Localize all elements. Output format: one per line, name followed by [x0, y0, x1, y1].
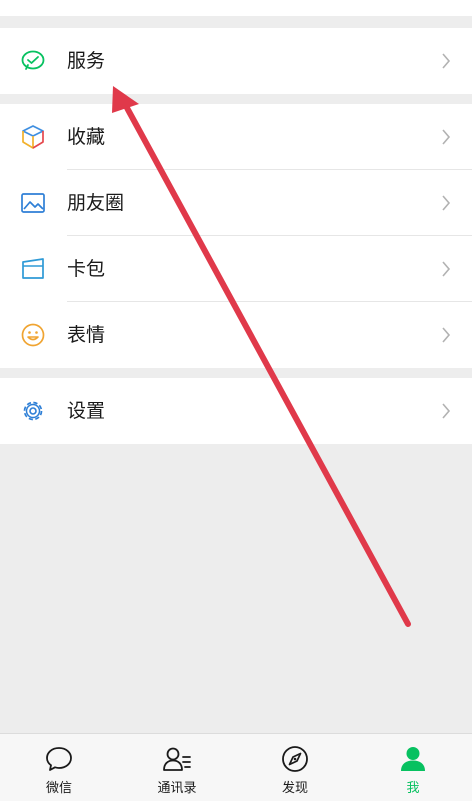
- bottom-tab-bar: 微信 通讯录 发现 我: [0, 733, 472, 801]
- services-group: 服务: [0, 28, 472, 94]
- menu-item-label: 表情: [67, 324, 106, 346]
- menu-item-card-wallet[interactable]: 卡包: [0, 236, 472, 302]
- tab-chats[interactable]: 微信: [0, 734, 118, 801]
- menu-item-label: 收藏: [67, 126, 106, 148]
- chevron-right-icon: [442, 327, 451, 343]
- menu-item-settings[interactable]: 设置: [0, 378, 472, 444]
- chevron-right-icon: [442, 53, 451, 69]
- menu-item-moments[interactable]: 朋友圈: [0, 170, 472, 236]
- favorites-cube-icon: [22, 125, 44, 149]
- features-group: 收藏 朋友圈 卡包 表情: [0, 104, 472, 368]
- menu-item-label: 朋友圈: [67, 192, 125, 214]
- sticker-smile-icon: [21, 323, 45, 347]
- chat-bubble-icon: [46, 747, 72, 771]
- menu-item-label: 卡包: [67, 258, 106, 280]
- contacts-icon: [163, 747, 191, 771]
- settings-group: 设置: [0, 378, 472, 444]
- tab-label: 通讯录: [157, 781, 197, 796]
- menu-item-service[interactable]: 服务: [0, 28, 472, 94]
- service-icon: [21, 50, 45, 70]
- menu-item-label: 设置: [67, 400, 106, 422]
- gear-icon: [23, 401, 43, 421]
- card-wallet-icon: [22, 258, 44, 279]
- chevron-right-icon: [442, 403, 451, 419]
- tab-me[interactable]: 我: [354, 734, 472, 801]
- chevron-right-icon: [442, 195, 451, 211]
- tab-contacts[interactable]: 通讯录: [118, 734, 236, 801]
- previous-section-card: [0, 0, 472, 16]
- chevron-right-icon: [442, 129, 451, 145]
- tab-discover[interactable]: 发现: [236, 734, 354, 801]
- menu-item-label: 服务: [67, 50, 106, 72]
- compass-icon: [282, 746, 308, 772]
- menu-item-favorites[interactable]: 收藏: [0, 104, 472, 170]
- moments-picture-icon: [21, 193, 45, 213]
- tab-label: 发现: [281, 781, 308, 796]
- tab-label: 我: [406, 781, 420, 796]
- chevron-right-icon: [442, 261, 451, 277]
- tab-label: 微信: [45, 781, 72, 796]
- menu-item-stickers[interactable]: 表情: [0, 302, 472, 368]
- me-person-icon: [401, 747, 425, 771]
